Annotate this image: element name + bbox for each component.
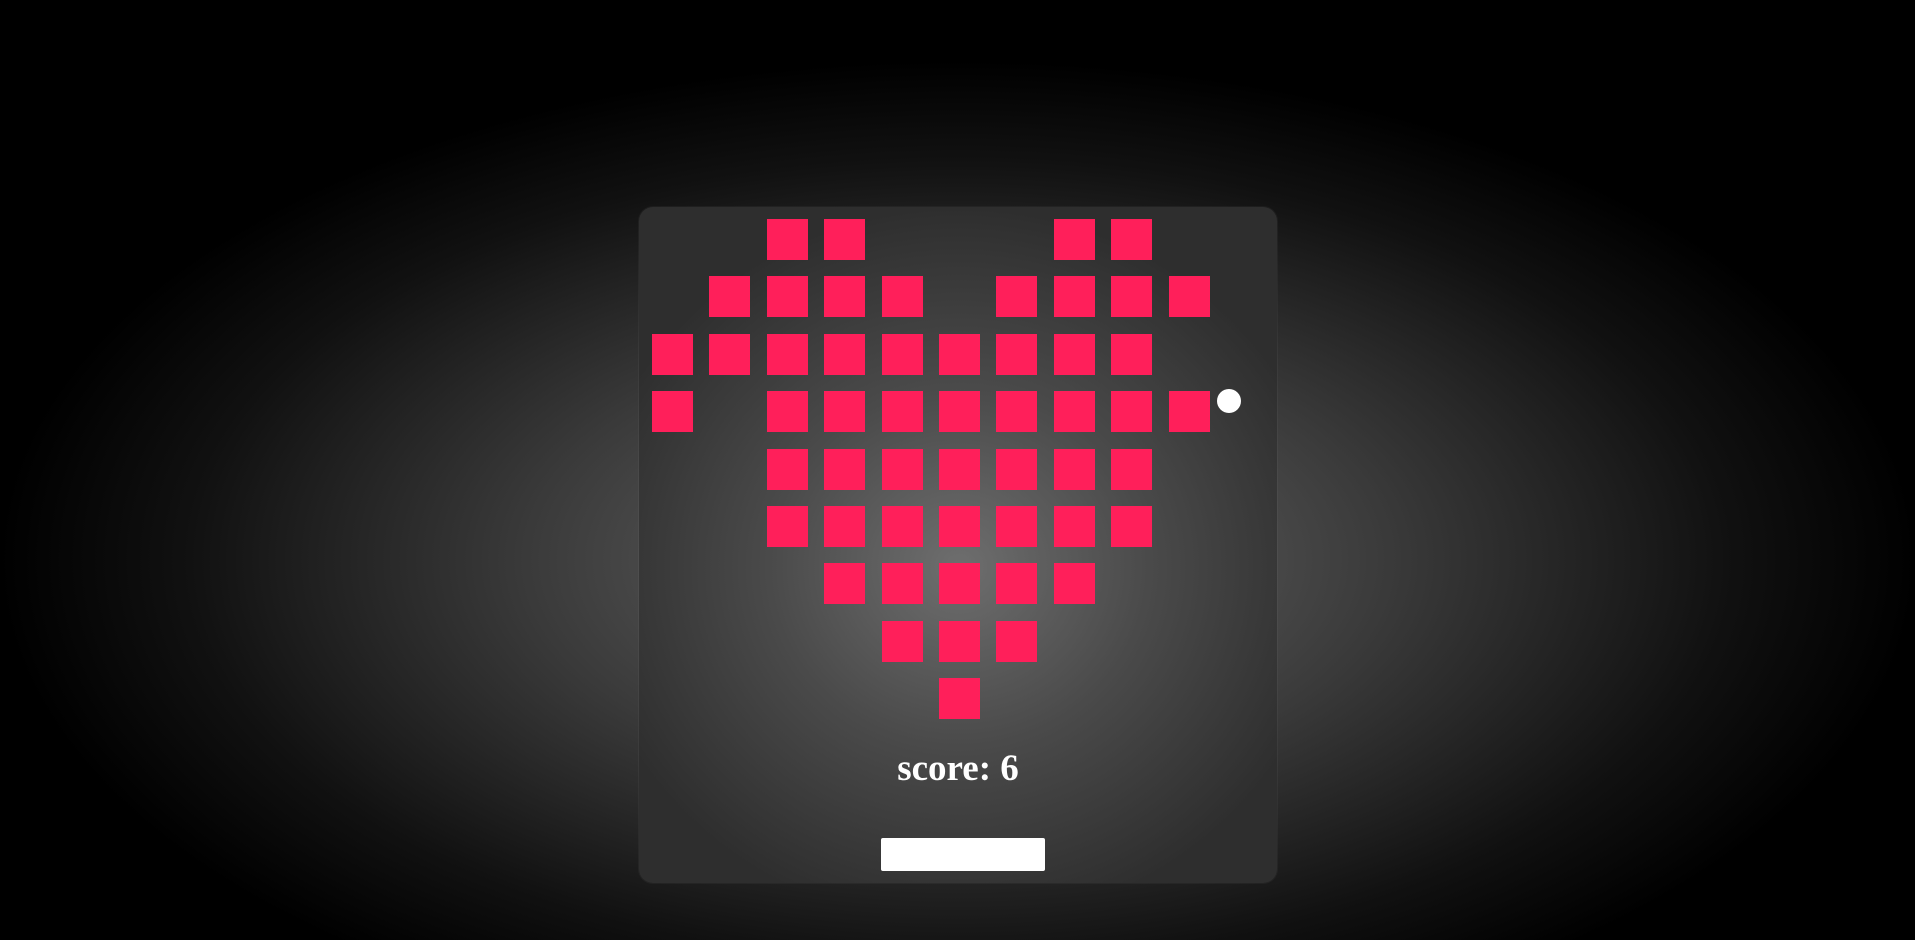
brick	[939, 563, 980, 604]
brick	[882, 391, 923, 432]
brick	[767, 276, 808, 317]
brick	[1054, 506, 1095, 547]
brick	[1054, 334, 1095, 375]
brick	[824, 449, 865, 490]
brick	[1169, 391, 1210, 432]
brick	[882, 276, 923, 317]
brick	[882, 449, 923, 490]
score-display: score: 6	[639, 744, 1277, 794]
brick	[652, 334, 693, 375]
brick	[882, 334, 923, 375]
score-value: 6	[1000, 748, 1019, 789]
brick	[767, 506, 808, 547]
brick	[996, 563, 1037, 604]
brick	[939, 678, 980, 719]
score-label: score:	[897, 748, 992, 789]
brick	[996, 334, 1037, 375]
brick	[824, 334, 865, 375]
brick	[709, 334, 750, 375]
brick	[1054, 449, 1095, 490]
brick	[767, 334, 808, 375]
brick	[939, 334, 980, 375]
brick	[939, 506, 980, 547]
brick	[1054, 219, 1095, 260]
brick	[1169, 276, 1210, 317]
brick	[996, 391, 1037, 432]
brick	[996, 449, 1037, 490]
brick	[824, 276, 865, 317]
brick	[882, 621, 923, 662]
brick	[1111, 334, 1152, 375]
brick	[1054, 391, 1095, 432]
brick	[652, 391, 693, 432]
brick	[1111, 449, 1152, 490]
brick	[824, 219, 865, 260]
brick	[1111, 506, 1152, 547]
brick	[882, 506, 923, 547]
brick	[824, 506, 865, 547]
paddle[interactable]	[881, 838, 1045, 871]
brick	[824, 391, 865, 432]
brick	[1054, 276, 1095, 317]
brick	[996, 506, 1037, 547]
brick	[939, 391, 980, 432]
brick	[1111, 391, 1152, 432]
brick	[996, 276, 1037, 317]
brick	[1111, 276, 1152, 317]
brick	[824, 563, 865, 604]
brick	[767, 391, 808, 432]
brick	[882, 563, 923, 604]
brick	[767, 219, 808, 260]
game-board[interactable]: score: 6	[639, 207, 1277, 883]
brick	[1054, 563, 1095, 604]
brick	[939, 621, 980, 662]
brick	[709, 276, 750, 317]
ball	[1217, 389, 1241, 413]
brick	[996, 621, 1037, 662]
brick	[939, 449, 980, 490]
brick	[1111, 219, 1152, 260]
brick	[767, 449, 808, 490]
